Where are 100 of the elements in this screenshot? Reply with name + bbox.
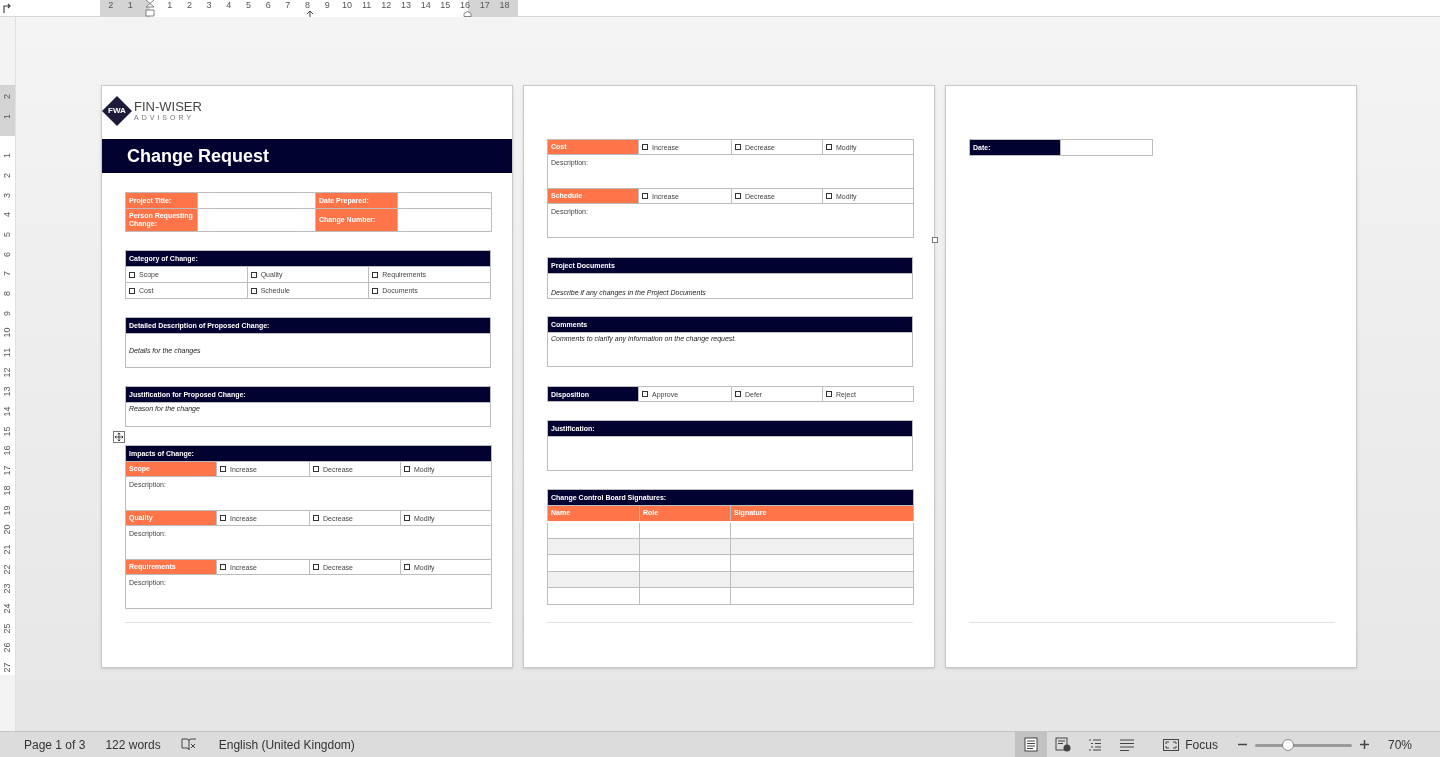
- ruler-number: 13: [3, 386, 12, 397]
- ruler-number: 4: [226, 1, 232, 10]
- ruler-number: 26: [3, 642, 12, 653]
- checkbox[interactable]: [372, 271, 379, 278]
- ruler-number: 1: [127, 1, 133, 10]
- focus-icon: [1163, 738, 1180, 751]
- field-value[interactable]: [397, 208, 492, 232]
- ruler-number: 8: [305, 1, 310, 10]
- ruler-number: 7: [3, 271, 12, 277]
- ruler-number: 18: [499, 1, 510, 10]
- ruler-number: 4: [3, 212, 12, 218]
- checkbox[interactable]: [642, 193, 648, 199]
- ruler-number: 9: [3, 310, 12, 316]
- ruler-number: 11: [3, 347, 12, 358]
- ruler-number: 27: [3, 662, 12, 673]
- checkbox[interactable]: [250, 271, 257, 278]
- field-value[interactable]: [197, 192, 316, 209]
- ruler-number: 14: [420, 1, 431, 10]
- tab-selector-icon[interactable]: [2, 3, 12, 13]
- ruler-number: 2: [3, 172, 12, 178]
- ruler-number: 11: [361, 1, 372, 10]
- tab-stop-icon[interactable]: [307, 11, 313, 17]
- ruler-number: 20: [3, 524, 12, 535]
- ruler-number: 16: [3, 445, 12, 456]
- ruler-number: 5: [245, 1, 251, 10]
- logo-mark: FWA: [102, 96, 132, 126]
- ruler-number: 15: [3, 426, 12, 437]
- zoom-percentage[interactable]: 70%: [1387, 735, 1412, 754]
- checkbox[interactable]: [129, 287, 135, 294]
- ruler-number: 24: [3, 603, 12, 614]
- checkbox[interactable]: [404, 564, 410, 570]
- ruler-number: 10: [3, 327, 12, 338]
- field-value[interactable]: [397, 192, 492, 209]
- checkbox[interactable]: [220, 564, 226, 570]
- ruler-number: 12: [381, 1, 392, 10]
- ruler-number: 23: [3, 583, 12, 594]
- ruler-number: 1: [3, 113, 12, 119]
- title-banner: Change Request: [102, 139, 512, 173]
- proofing-icon[interactable]: [180, 738, 197, 751]
- checkbox[interactable]: [826, 144, 832, 150]
- logo-name: FIN-WISER: [134, 100, 202, 114]
- ruler-number: 2: [108, 1, 114, 10]
- ruler-number: 14: [3, 406, 12, 417]
- ruler-number: 25: [3, 623, 12, 634]
- ruler-number: 13: [400, 1, 411, 10]
- web-layout-icon: [1054, 736, 1073, 753]
- indent-marker-icon[interactable]: [145, 0, 155, 17]
- move-handle-icon[interactable]: [113, 431, 125, 443]
- checkbox[interactable]: [129, 271, 135, 278]
- ruler-number: 16: [460, 1, 470, 10]
- checkbox[interactable]: [735, 193, 741, 199]
- word-count[interactable]: 122 words: [105, 735, 161, 754]
- ruler-number: 9: [324, 1, 330, 10]
- ruler-number: 17: [479, 1, 490, 10]
- view-button[interactable]: [1015, 732, 1048, 757]
- ruler-number: 6: [3, 251, 12, 257]
- ruler-number: 8: [3, 290, 12, 296]
- language-label[interactable]: English (United Kingdom): [218, 735, 355, 754]
- ruler-number: 18: [3, 485, 12, 496]
- checkbox[interactable]: [313, 564, 319, 570]
- ruler-number: 2: [186, 1, 192, 10]
- checkbox[interactable]: [735, 144, 741, 150]
- zoom-slider-thumb[interactable]: [1281, 738, 1294, 751]
- ruler-number: 3: [3, 192, 12, 198]
- resize-handle-icon[interactable]: [932, 237, 938, 243]
- checkbox[interactable]: [642, 144, 648, 150]
- field-value[interactable]: [1060, 139, 1153, 156]
- ruler-number: 22: [3, 564, 12, 575]
- ruler-number: 21: [3, 544, 12, 555]
- page-count[interactable]: Page 1 of 3: [24, 735, 86, 754]
- ruler-number: 1: [3, 153, 12, 159]
- checkbox[interactable]: [404, 515, 410, 521]
- ruler-number: 7: [285, 1, 291, 10]
- ruler-number: 3: [206, 1, 212, 10]
- checkbox[interactable]: [220, 466, 226, 472]
- focus-button[interactable]: Focus: [1163, 735, 1218, 754]
- checkbox[interactable]: [313, 466, 319, 472]
- ruler-number: 1: [167, 1, 173, 10]
- checkbox[interactable]: [220, 515, 226, 521]
- field-value[interactable]: [197, 208, 316, 232]
- checkbox[interactable]: [826, 391, 832, 397]
- checkbox[interactable]: [642, 391, 648, 397]
- draft-view-icon: [1118, 736, 1137, 753]
- checkbox[interactable]: [250, 287, 257, 294]
- ruler-number: 15: [440, 1, 451, 10]
- ruler-number: 6: [265, 1, 271, 10]
- ruler-number: 12: [3, 367, 12, 378]
- checkbox[interactable]: [404, 466, 410, 472]
- checkbox[interactable]: [735, 391, 741, 397]
- checkbox[interactable]: [826, 193, 832, 199]
- checkbox[interactable]: [372, 287, 379, 294]
- print-layout-icon: [1022, 736, 1041, 753]
- ruler-number: 5: [3, 231, 12, 237]
- ruler-number: 2: [3, 94, 12, 100]
- zoom-slider[interactable]: [1254, 738, 1352, 751]
- ruler-number: 19: [3, 505, 12, 516]
- checkbox[interactable]: [313, 515, 319, 521]
- ruler-number: 10: [341, 1, 352, 10]
- zoom-in-icon[interactable]: [1359, 740, 1369, 749]
- ruler-number: 17: [3, 465, 12, 476]
